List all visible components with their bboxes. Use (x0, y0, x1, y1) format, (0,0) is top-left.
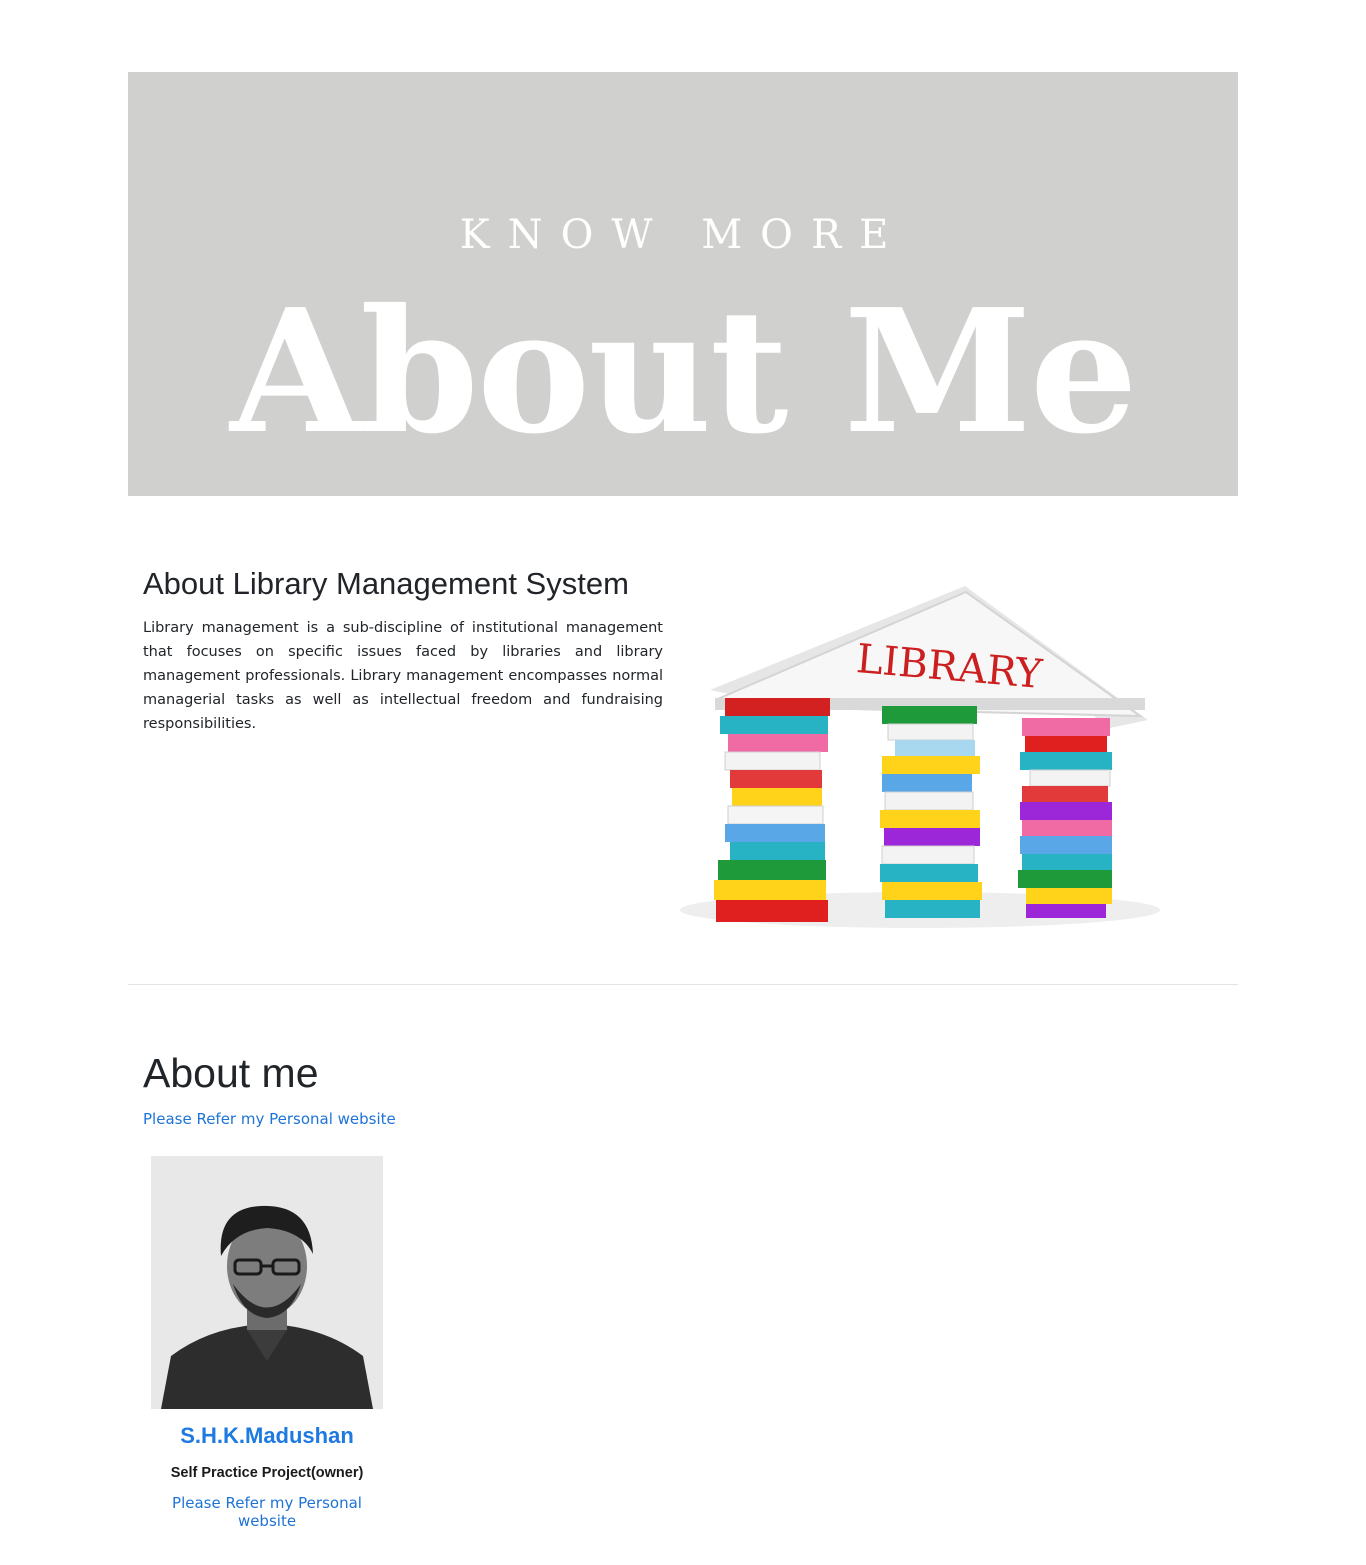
profile-photo (151, 1156, 383, 1409)
library-section-text: Library management is a sub-discipline o… (143, 620, 663, 732)
hero-subtitle: KNOW MORE (459, 212, 907, 258)
hero-title: About Me (230, 272, 1138, 472)
library-section-title: About Library Management System (143, 566, 629, 601)
book-stack-right (1018, 718, 1112, 918)
about-me-title: About me (143, 1050, 319, 1096)
book-stack-left (714, 698, 830, 922)
profile-name: S.H.K.Madushan (180, 1423, 354, 1448)
library-illustration: LIBRARY (680, 586, 1160, 928)
profile-website-link[interactable]: Please Refer my Personal website (151, 1494, 383, 1530)
hero-banner: KNOW MORE About Me (128, 72, 1238, 496)
personal-website-link[interactable]: Please Refer my Personal website (143, 1110, 396, 1128)
book-stack-middle (880, 706, 982, 918)
profile-role: Self Practice Project(owner) (170, 1465, 364, 1481)
section-divider (128, 984, 1238, 985)
